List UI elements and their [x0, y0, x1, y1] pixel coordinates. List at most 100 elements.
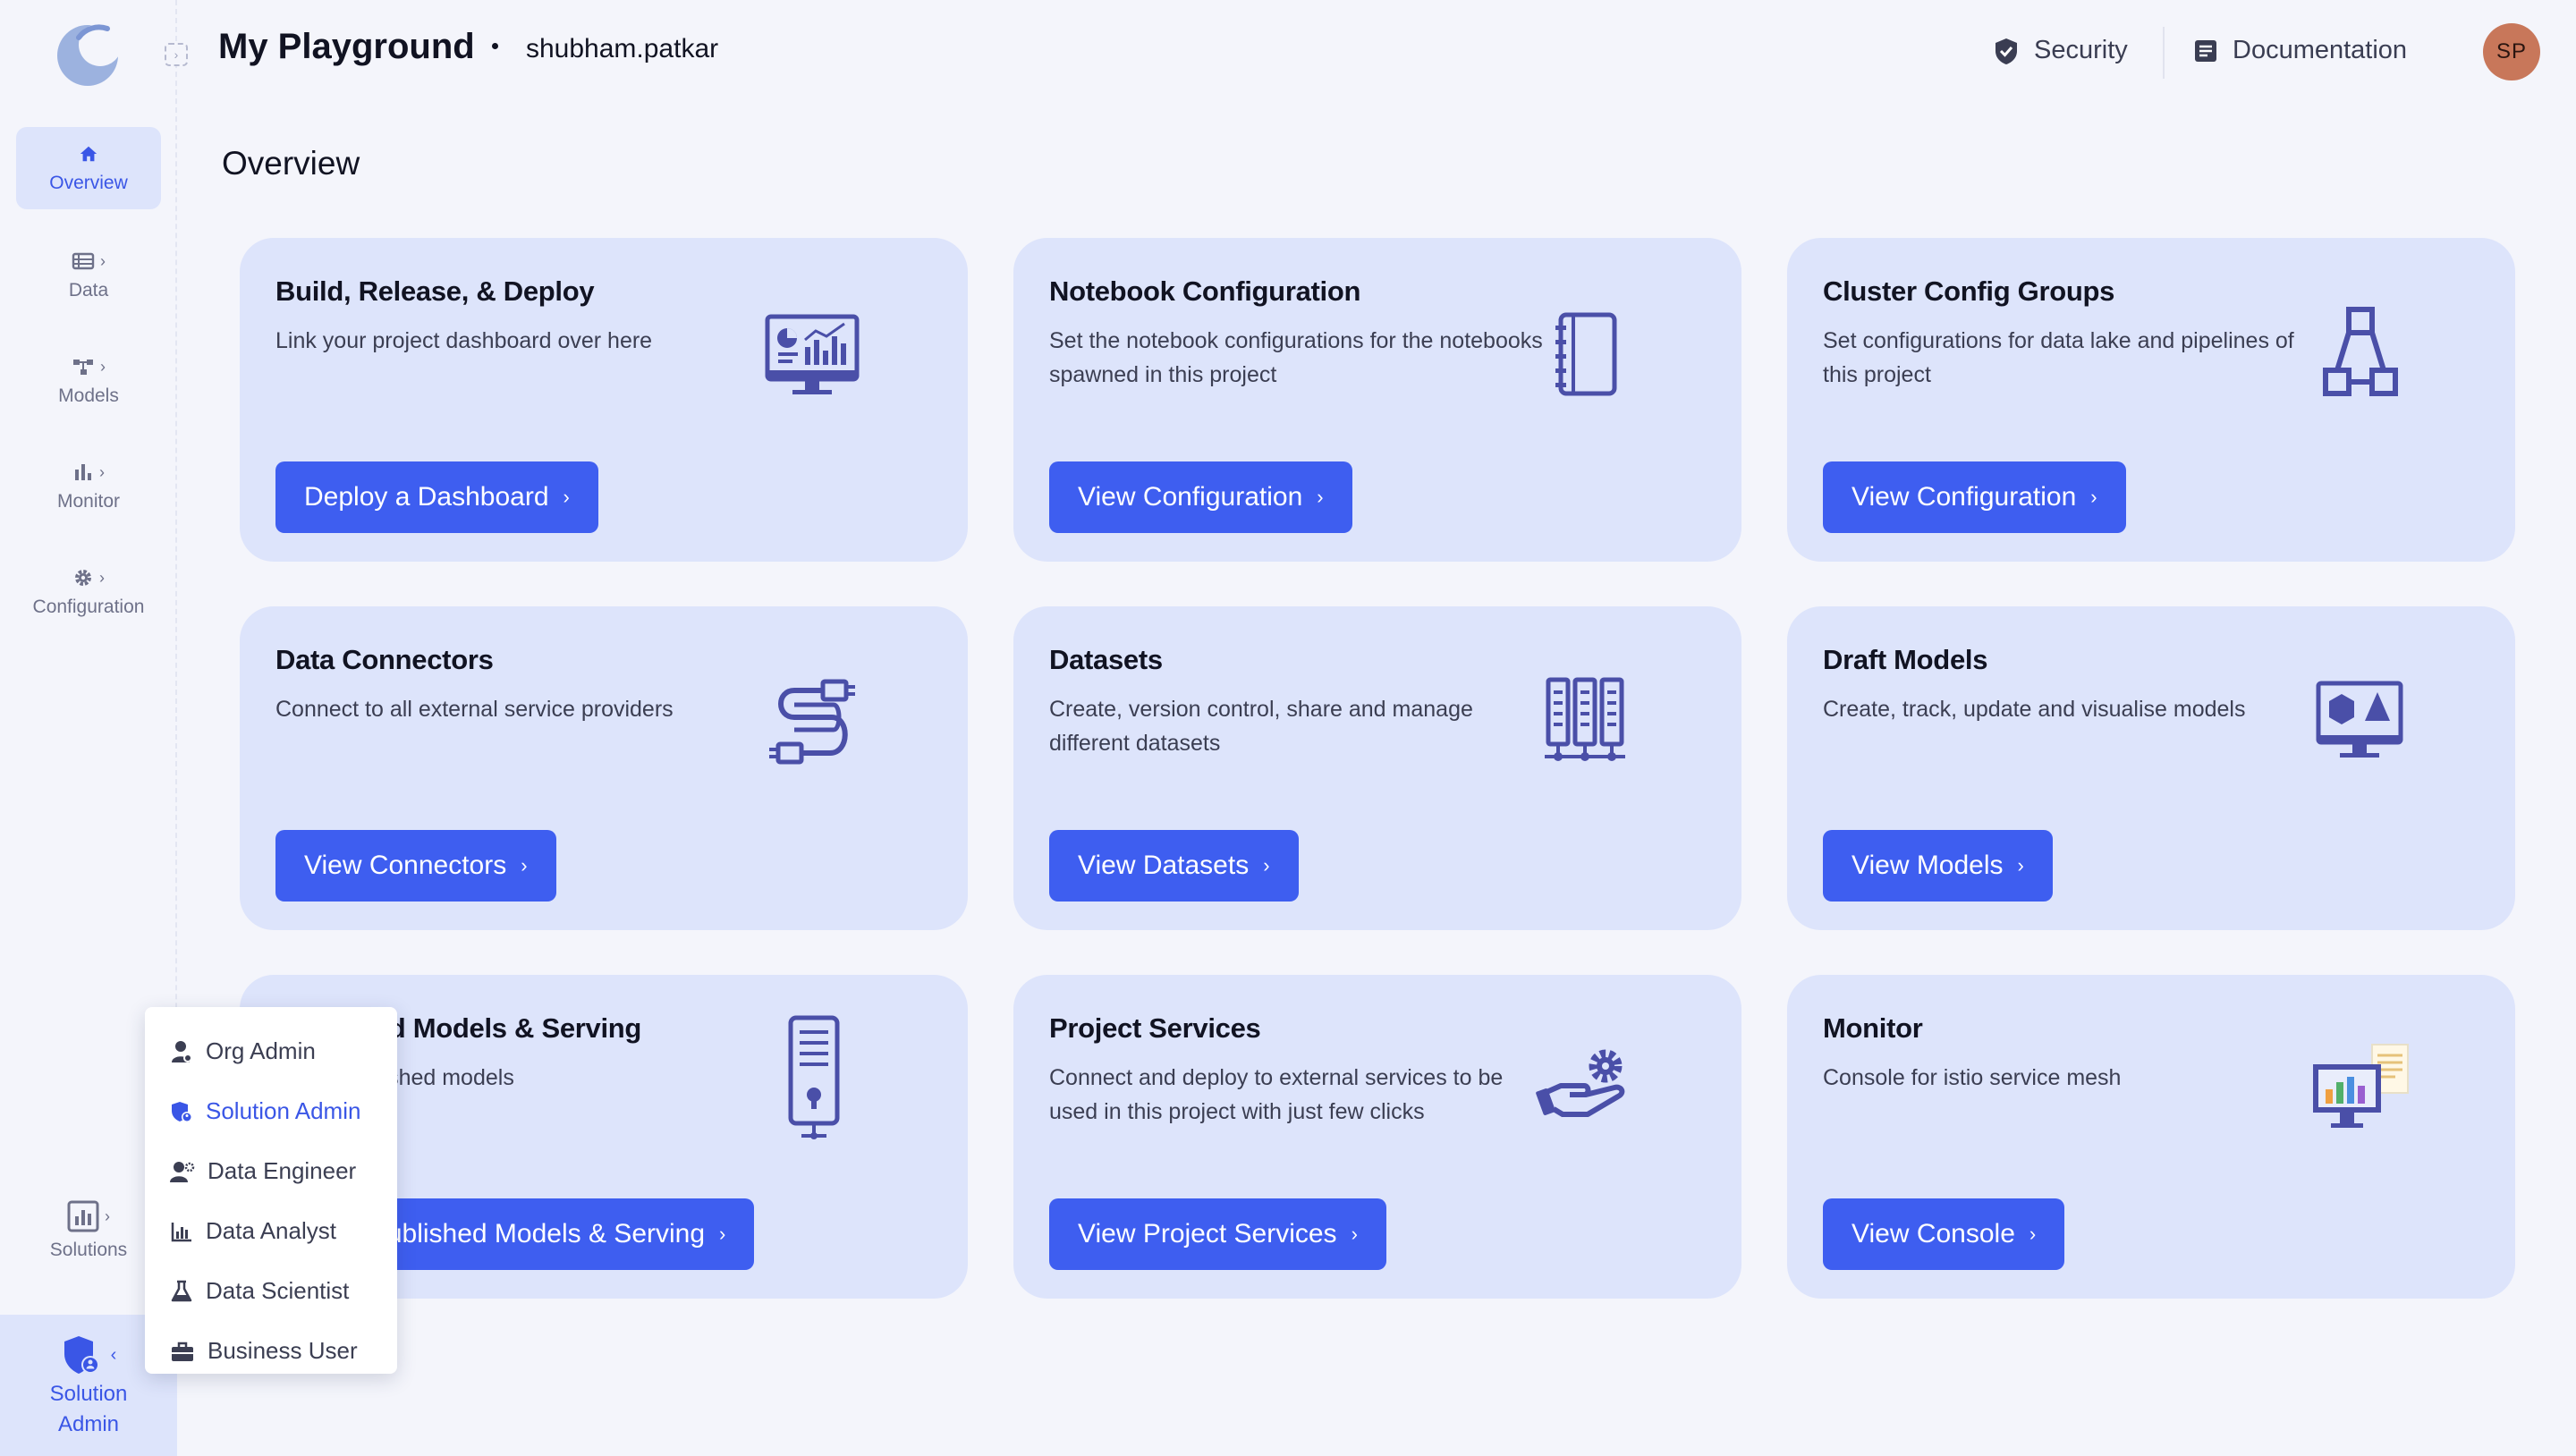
chevron-right-icon: ›: [1317, 486, 1324, 508]
card-description: Link your project dashboard over here: [275, 328, 653, 353]
menu-item-label: Business User: [208, 1337, 358, 1364]
model-screen-icon: [2316, 681, 2403, 758]
security-link[interactable]: Security: [1993, 36, 2128, 65]
user-name: shubham.patkar: [526, 34, 719, 63]
card-title: Notebook Configuration: [1049, 275, 1361, 307]
org-admin-icon: [172, 1040, 192, 1062]
chevron-right-icon: ›: [99, 568, 105, 587]
view-console-button[interactable]: View Console ›: [1823, 1198, 2065, 1270]
monitor-icon: [75, 464, 91, 480]
data-engineer-icon: [170, 1161, 195, 1182]
menu-item-business-user[interactable]: Business User: [145, 1321, 397, 1381]
role-line-2: Admin: [57, 1412, 120, 1436]
card-description: Set configurations for data lake and pip…: [1823, 328, 2294, 387]
chevron-right-icon: ›: [2090, 486, 2097, 508]
button-label: View Project Services: [1078, 1219, 1337, 1249]
menu-item-data-scientist[interactable]: Data Scientist: [145, 1261, 397, 1321]
menu-item-data-engineer[interactable]: Data Engineer: [145, 1141, 397, 1201]
data-icon: [72, 252, 95, 270]
card-description: Connect to all external service provider…: [275, 697, 674, 722]
page-title: My Playground: [218, 27, 475, 66]
sidebar-item-label: Solutions: [49, 1240, 128, 1260]
menu-item-label: Data Analyst: [206, 1217, 336, 1244]
button-label: View Datasets: [1078, 851, 1250, 880]
sidebar-item-models[interactable]: › Models: [16, 340, 161, 422]
button-label: View Configuration: [1078, 482, 1303, 512]
chevron-right-icon: ›: [105, 1206, 110, 1225]
section-title: Overview: [222, 145, 360, 182]
document-icon: [2195, 39, 2216, 62]
chevron-right-icon: ›: [100, 251, 106, 270]
sidebar-item-label: Monitor: [56, 491, 121, 512]
sidebar-item-data[interactable]: › Data: [16, 234, 161, 317]
home-icon: [80, 146, 97, 162]
chevron-right-icon: ›: [99, 462, 105, 481]
solutions-icon: [67, 1200, 99, 1232]
menu-item-label: Data Scientist: [206, 1277, 350, 1304]
view-project-services-button[interactable]: View Project Services ›: [1049, 1198, 1386, 1270]
card-description: Create, track, update and visualise mode…: [1823, 697, 2246, 722]
sidebar-item-overview[interactable]: Overview: [16, 127, 161, 209]
sidebar-item-solutions[interactable]: › Solutions: [16, 1189, 161, 1272]
models-icon: [73, 360, 93, 375]
card-description: Set the notebook configurations for the …: [1049, 328, 1543, 387]
chevron-right-icon: ›: [2017, 854, 2024, 876]
menu-item-solution-admin[interactable]: Solution Admin: [145, 1081, 397, 1141]
card-description: Create, version control, share and manag…: [1049, 697, 1473, 756]
card-description: Console for istio service mesh: [1823, 1065, 2122, 1090]
header-divider: [2163, 27, 2165, 79]
chevron-right-icon: ›: [1351, 1223, 1358, 1245]
card-description: Connect and deploy to external services …: [1049, 1065, 1504, 1124]
button-label: View Console: [1852, 1219, 2015, 1249]
view-cluster-configuration-button[interactable]: View Configuration ›: [1823, 461, 2126, 533]
card-title: Cluster Config Groups: [1823, 275, 2115, 307]
data-analyst-icon: [171, 1222, 191, 1241]
menu-item-label: Solution Admin: [206, 1097, 361, 1124]
chevron-right-icon: ›: [521, 854, 528, 876]
card-project-services: Project Services Connect and deploy to e…: [1013, 975, 1741, 1299]
card-title: Draft Models: [1823, 644, 1988, 675]
card-title: Project Services: [1049, 1012, 1261, 1044]
separator-dot: [492, 43, 498, 49]
chevron-left-icon: ‹: [110, 1345, 117, 1365]
card-datasets: Datasets Create, version control, share …: [1013, 606, 1741, 930]
menu-item-data-analyst[interactable]: Data Analyst: [145, 1201, 397, 1261]
solution-admin-shield-icon: [64, 1336, 99, 1374]
view-notebook-configuration-button[interactable]: View Configuration ›: [1049, 461, 1352, 533]
app-logo[interactable]: [55, 21, 123, 88]
cable-icon: [769, 679, 855, 765]
chevron-right-icon: ›: [563, 486, 570, 508]
deploy-dashboard-button[interactable]: Deploy a Dashboard ›: [275, 461, 598, 533]
button-label: View Connectors: [304, 851, 507, 880]
role-line-1: Solution: [49, 1382, 128, 1406]
card-title: Data Connectors: [275, 644, 494, 675]
card-title: Monitor: [1823, 1012, 1923, 1044]
avatar[interactable]: SP: [2483, 23, 2540, 80]
sidebar-item-configuration[interactable]: › Configuration: [16, 551, 161, 633]
role-menu: Org Admin Solution Admin Data Engineer D…: [145, 1007, 397, 1374]
card-notebook-configuration: Notebook Configuration Set the notebook …: [1013, 238, 1741, 562]
button-label: View Configuration: [1852, 482, 2077, 512]
card-build-release-deploy: Build, Release, & Deploy Link your proje…: [240, 238, 968, 562]
gear-icon: [75, 570, 91, 586]
sidebar-item-monitor[interactable]: › Monitor: [16, 445, 161, 528]
card-cluster-config-groups: Cluster Config Groups Set configurations…: [1787, 238, 2515, 562]
view-models-button[interactable]: View Models ›: [1823, 830, 2053, 902]
shield-check-icon: [1996, 38, 2017, 64]
card-data-connectors: Data Connectors Connect to all external …: [240, 606, 968, 930]
servers-icon: [1545, 677, 1625, 761]
chevron-right-icon: ›: [1263, 854, 1270, 876]
notebook-icon: [1555, 312, 1617, 396]
menu-item-org-admin[interactable]: Org Admin: [145, 1021, 397, 1081]
view-datasets-button[interactable]: View Datasets ›: [1049, 830, 1299, 902]
documentation-label: Documentation: [2233, 36, 2408, 64]
documentation-link[interactable]: Documentation: [2193, 36, 2407, 65]
menu-item-label: Org Admin: [206, 1037, 316, 1064]
solution-admin-icon: [172, 1101, 192, 1122]
sidebar-item-label: Data: [68, 280, 109, 301]
sidebar-item-label: Overview: [49, 173, 128, 193]
view-connectors-button[interactable]: View Connectors ›: [275, 830, 556, 902]
sidebar-item-label: Configuration: [32, 597, 145, 617]
sidebar-item-label: Models: [58, 385, 119, 406]
flask-icon: [171, 1280, 192, 1301]
